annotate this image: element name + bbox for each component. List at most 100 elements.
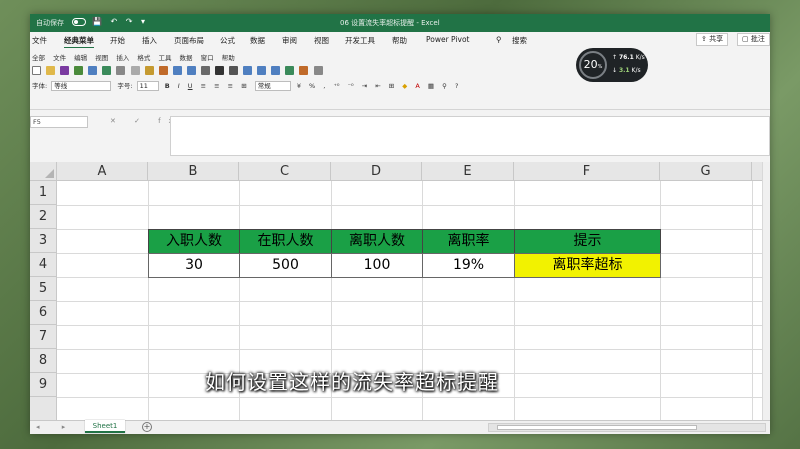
row-header-4[interactable]: 4 [30, 253, 57, 277]
menu-format[interactable]: 格式 [137, 52, 150, 62]
tab-classic-menu[interactable]: 经典菜单 [64, 35, 94, 49]
format-painter-icon[interactable] [158, 66, 168, 75]
number-format-select[interactable]: 常规 [254, 81, 291, 91]
align-left-icon[interactable]: ≡ [201, 82, 206, 90]
preview-icon[interactable] [88, 66, 98, 75]
row-header-9[interactable]: 9 [30, 373, 57, 397]
table-icon[interactable]: ▦ [428, 82, 434, 90]
font-select[interactable]: 等线 [51, 81, 112, 91]
comment-button[interactable]: ▢ 批注 [737, 33, 770, 46]
autosave-toggle[interactable] [72, 18, 86, 26]
tab-page-layout[interactable]: 页面布局 [174, 35, 204, 46]
underline-icon[interactable]: U [188, 82, 193, 90]
tab-insert[interactable]: 插入 [142, 35, 157, 46]
align-center-icon[interactable]: ≡ [214, 82, 219, 90]
quick-access-toolbar[interactable]: 💾 ↶ ↷ ▾ [92, 17, 148, 26]
font-color-icon[interactable]: A [415, 82, 419, 90]
tab-developer[interactable]: 开发工具 [345, 35, 375, 46]
cell-d4[interactable]: 100 [331, 253, 423, 278]
open-folder-icon[interactable] [46, 66, 56, 75]
filter-icon[interactable] [271, 66, 281, 75]
sheet-nav-arrows[interactable]: ◂ ▸ [36, 423, 75, 431]
menu-help[interactable]: 帮助 [222, 52, 235, 62]
tab-view[interactable]: 视图 [314, 35, 329, 46]
tab-help[interactable]: 帮助 [392, 35, 407, 46]
add-sheet-button[interactable]: + [142, 422, 152, 432]
cell-c4[interactable]: 500 [239, 253, 332, 278]
currency-icon[interactable]: ¥ [297, 82, 301, 90]
chart-icon[interactable] [285, 66, 295, 75]
horizontal-scrollbar[interactable] [488, 423, 766, 432]
tab-data[interactable]: 数据 [250, 35, 265, 46]
column-header-b[interactable]: B [148, 162, 239, 181]
paste-icon[interactable] [144, 66, 154, 75]
menu-insert[interactable]: 插入 [116, 52, 129, 62]
indent-icon[interactable]: ⇥ [362, 82, 367, 90]
decrease-decimal-icon[interactable]: ⁻⁰ [348, 82, 354, 90]
search-label[interactable]: 搜索 [512, 35, 527, 46]
column-header-f[interactable]: F [514, 162, 660, 181]
copy-icon[interactable] [130, 66, 140, 75]
menu-edit[interactable]: 编辑 [74, 52, 87, 62]
row-header-8[interactable]: 8 [30, 349, 57, 373]
share-button[interactable]: ⇪ 共享 [696, 33, 729, 46]
tab-power-pivot[interactable]: Power Pivot [426, 35, 469, 44]
increase-decimal-icon[interactable]: ⁺⁰ [333, 82, 339, 90]
cell-e4[interactable]: 19% [422, 253, 515, 278]
row-header-2[interactable]: 2 [30, 205, 57, 229]
menu-all[interactable]: 全部 [32, 52, 45, 62]
fill-color-icon[interactable]: ◆ [402, 82, 407, 90]
select-all-corner[interactable] [30, 162, 57, 181]
column-header-g[interactable]: G [660, 162, 752, 181]
column-header-d[interactable]: D [331, 162, 422, 181]
row-header-1[interactable]: 1 [30, 181, 57, 205]
cell-e3[interactable]: 离职率 [422, 229, 515, 254]
sort-asc-icon[interactable] [243, 66, 253, 75]
scrollbar-thumb[interactable] [497, 425, 697, 430]
menu-file[interactable]: 文件 [53, 52, 66, 62]
sort-desc-icon[interactable] [257, 66, 267, 75]
function-icon[interactable] [229, 66, 239, 75]
menu-data[interactable]: 数据 [180, 52, 193, 62]
menu-window[interactable]: 窗口 [201, 52, 214, 62]
cell-f3[interactable]: 提示 [514, 229, 661, 254]
drawing-icon[interactable] [299, 66, 309, 75]
help-icon[interactable]: ? [455, 82, 458, 90]
borders-icon[interactable]: ⊞ [389, 82, 394, 90]
tab-home[interactable]: 开始 [110, 35, 125, 46]
menu-tools[interactable]: 工具 [158, 52, 171, 62]
cut-icon[interactable] [116, 66, 126, 75]
column-header-e[interactable]: E [422, 162, 514, 181]
menu-view[interactable]: 视图 [95, 52, 108, 62]
zoom-icon[interactable] [313, 66, 323, 75]
undo-icon[interactable] [172, 66, 182, 75]
align-right-icon[interactable]: ≡ [228, 82, 233, 90]
tab-review[interactable]: 审阅 [282, 35, 297, 46]
new-file-icon[interactable] [32, 66, 41, 75]
cell-b4[interactable]: 30 [148, 253, 240, 278]
spellcheck-icon[interactable] [102, 66, 112, 75]
row-header-5[interactable]: 5 [30, 277, 57, 301]
cell-f4[interactable]: 离职率超标 [514, 253, 661, 278]
redo-icon[interactable] [186, 66, 196, 75]
search-icon[interactable]: ⚲ [496, 35, 502, 44]
vertical-scrollbar[interactable] [762, 162, 770, 420]
autosum-icon[interactable] [215, 66, 225, 75]
comma-icon[interactable]: , [323, 82, 325, 90]
cell-c3[interactable]: 在职人数 [239, 229, 332, 254]
tab-formulas[interactable]: 公式 [220, 35, 235, 46]
row-header-7[interactable]: 7 [30, 325, 57, 349]
hyperlink-icon[interactable] [200, 66, 210, 75]
percent-icon[interactable]: % [309, 82, 315, 90]
merge-center-icon[interactable]: ⊞ [241, 82, 246, 90]
sheet-tab-sheet1[interactable]: Sheet1 [85, 420, 125, 433]
print-icon[interactable] [74, 66, 84, 75]
save-icon[interactable] [60, 66, 70, 75]
name-box[interactable]: F5 [30, 116, 88, 128]
row-header-6[interactable]: 6 [30, 301, 57, 325]
cell-d3[interactable]: 离职人数 [331, 229, 423, 254]
italic-icon[interactable]: I [178, 82, 180, 90]
formula-input[interactable] [170, 116, 770, 156]
column-header-a[interactable]: A [57, 162, 148, 181]
row-header-3[interactable]: 3 [30, 229, 57, 253]
